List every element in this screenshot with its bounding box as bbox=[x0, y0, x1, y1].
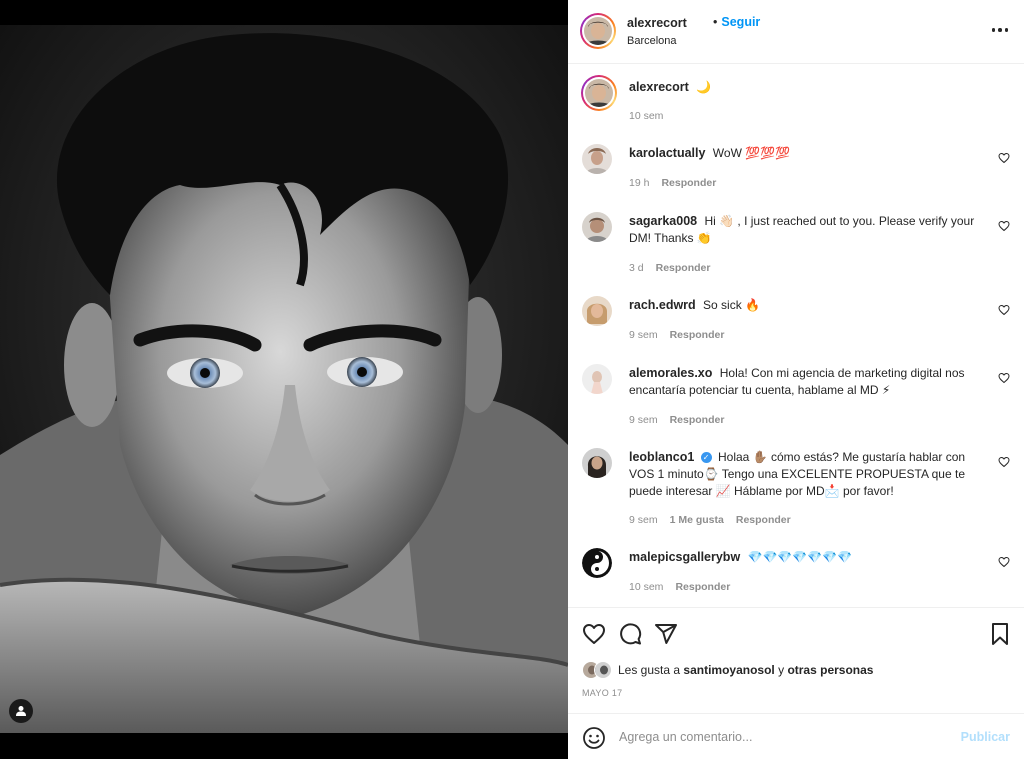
avatar-image bbox=[585, 79, 613, 107]
author-username[interactable]: alexrecort bbox=[627, 16, 687, 30]
comment-time[interactable]: 9 sem bbox=[629, 514, 658, 526]
post-header: alexrecort • Seguir Barcelona bbox=[568, 0, 1024, 64]
commenter-avatar[interactable] bbox=[582, 448, 612, 478]
add-comment-bar: Publicar bbox=[568, 713, 1024, 759]
comment-bubble-icon[interactable] bbox=[618, 622, 642, 646]
caption-text: 🌙 bbox=[696, 80, 712, 94]
comment-item: leoblanco1 ✓ Holaa ✋🏽 cómo estás? Me gus… bbox=[582, 448, 1010, 536]
commenter-avatar[interactable] bbox=[582, 144, 612, 174]
commenter-avatar[interactable] bbox=[582, 364, 612, 394]
comment-time[interactable]: 9 sem bbox=[629, 414, 658, 426]
more-horizontal-icon bbox=[991, 28, 996, 32]
post-caption: alexrecort 🌙 10 sem bbox=[581, 75, 1010, 136]
post-location[interactable]: Barcelona bbox=[627, 35, 677, 47]
tagged-users-button[interactable] bbox=[9, 699, 33, 723]
caption-body: alexrecort 🌙 bbox=[629, 79, 989, 96]
caption-time[interactable]: 10 sem bbox=[629, 110, 663, 122]
comment-text: WoW 💯💯💯 bbox=[712, 146, 791, 160]
comment-body: rach.edwrd So sick 🔥 bbox=[629, 297, 989, 314]
comment-item: malepicsgallerybw 💎💎💎💎💎💎💎 10 sem Responde… bbox=[582, 548, 1010, 604]
comment-input[interactable] bbox=[619, 724, 949, 750]
like-comment-heart-icon[interactable] bbox=[998, 220, 1010, 232]
comment-text: 💎💎💎💎💎💎💎 bbox=[747, 550, 853, 564]
comment-text: So sick 🔥 bbox=[703, 298, 760, 312]
comment-meta: 9 sem Responder bbox=[629, 329, 736, 341]
comment-time[interactable]: 10 sem bbox=[629, 581, 663, 593]
save-bookmark-icon[interactable] bbox=[988, 622, 1012, 646]
follow-separator: • bbox=[713, 15, 718, 29]
comment-body: leoblanco1 ✓ Holaa ✋🏽 cómo estás? Me gus… bbox=[629, 449, 989, 500]
user-icon bbox=[16, 706, 26, 716]
avatar-image bbox=[584, 17, 612, 45]
post-photo[interactable] bbox=[0, 0, 568, 759]
caption-avatar[interactable] bbox=[581, 75, 617, 111]
instagram-post-view: alexrecort • Seguir Barcelona alexrecort… bbox=[0, 0, 1024, 759]
comment-meta: 19 h Responder bbox=[629, 177, 728, 189]
comment-meta: 9 sem Responder bbox=[629, 414, 736, 426]
comment-reply-button[interactable]: Responder bbox=[670, 414, 725, 426]
caption-username[interactable]: alexrecort bbox=[629, 80, 689, 94]
likes-others[interactable]: otras personas bbox=[787, 663, 873, 677]
yin-yang-icon bbox=[582, 548, 612, 578]
comment-body: alemorales.xo Hola! Con mi agencia de ma… bbox=[629, 365, 989, 399]
comment-reply-button[interactable]: Responder bbox=[675, 581, 730, 593]
caption-meta: 10 sem bbox=[629, 110, 675, 122]
comment-item: alemorales.xo Hola! Con mi agencia de ma… bbox=[582, 364, 1010, 436]
comment-item: rach.edwrd So sick 🔥 9 sem Responder bbox=[582, 296, 1010, 352]
post-date[interactable]: MAYO 17 bbox=[582, 688, 622, 698]
verified-badge-icon: ✓ bbox=[700, 452, 712, 464]
like-comment-heart-icon[interactable] bbox=[998, 304, 1010, 316]
comment-item: karolactually WoW 💯💯💯 19 h Responder bbox=[582, 144, 1010, 200]
like-comment-heart-icon[interactable] bbox=[998, 152, 1010, 164]
comment-username[interactable]: rach.edwrd bbox=[629, 298, 696, 312]
like-comment-heart-icon[interactable] bbox=[998, 372, 1010, 384]
liker-avatar bbox=[594, 661, 612, 679]
likes-text: Les gusta a santimoyanosol y otras perso… bbox=[618, 663, 873, 677]
comment-meta: 9 sem 1 Me gusta Responder bbox=[629, 514, 803, 526]
comment-body: sagarka008 Hi 👋🏻 , I just reached out to… bbox=[629, 213, 989, 247]
comment-time[interactable]: 9 sem bbox=[629, 329, 658, 341]
comment-body: karolactually WoW 💯💯💯 bbox=[629, 145, 989, 162]
share-send-icon[interactable] bbox=[654, 622, 678, 646]
comment-body: malepicsgallerybw 💎💎💎💎💎💎💎 bbox=[629, 549, 989, 566]
like-comment-heart-icon[interactable] bbox=[998, 456, 1010, 468]
comment-reply-button[interactable]: Responder bbox=[656, 262, 711, 274]
comments-list[interactable]: alexrecort 🌙 10 sem karolactually WoW 💯💯… bbox=[568, 64, 1024, 607]
likes-user[interactable]: santimoyanosol bbox=[683, 663, 774, 677]
like-heart-icon[interactable] bbox=[582, 622, 606, 646]
post-actions: Les gusta a santimoyanosol y otras perso… bbox=[568, 607, 1024, 713]
follow-group: • Seguir bbox=[713, 15, 760, 29]
comment-username[interactable]: sagarka008 bbox=[629, 214, 697, 228]
commenter-avatar[interactable] bbox=[582, 296, 612, 326]
comment-meta: 3 d Responder bbox=[629, 262, 722, 274]
post-sidebar: alexrecort • Seguir Barcelona alexrecort… bbox=[568, 0, 1024, 759]
like-comment-heart-icon[interactable] bbox=[998, 556, 1010, 568]
likes-prefix: Les gusta a bbox=[618, 663, 681, 677]
comment-likes-count[interactable]: 1 Me gusta bbox=[670, 514, 724, 526]
commenter-avatar[interactable] bbox=[582, 212, 612, 242]
comment-username[interactable]: leoblanco1 bbox=[629, 450, 694, 464]
comment-time[interactable]: 3 d bbox=[629, 262, 644, 274]
comment-reply-button[interactable]: Responder bbox=[670, 329, 725, 341]
comment-username[interactable]: malepicsgallerybw bbox=[629, 550, 740, 564]
comment-meta: 10 sem Responder bbox=[629, 581, 742, 593]
publish-button[interactable]: Publicar bbox=[961, 730, 1010, 744]
comment-reply-button[interactable]: Responder bbox=[736, 514, 791, 526]
more-options-button[interactable] bbox=[990, 22, 1010, 38]
emoji-smiley-icon[interactable] bbox=[582, 726, 606, 750]
comment-reply-button[interactable]: Responder bbox=[661, 177, 716, 189]
portrait-image bbox=[0, 25, 568, 733]
commenter-avatar[interactable] bbox=[582, 548, 612, 578]
comment-item: sagarka008 Hi 👋🏻 , I just reached out to… bbox=[582, 212, 1010, 284]
comment-time[interactable]: 19 h bbox=[629, 177, 649, 189]
comment-username[interactable]: karolactually bbox=[629, 146, 705, 160]
author-avatar[interactable] bbox=[580, 13, 616, 49]
comment-username[interactable]: alemorales.xo bbox=[629, 366, 712, 380]
likes-connector: y bbox=[778, 663, 785, 677]
follow-button[interactable]: Seguir bbox=[721, 15, 760, 29]
likes-summary[interactable]: Les gusta a santimoyanosol y otras perso… bbox=[582, 660, 873, 680]
